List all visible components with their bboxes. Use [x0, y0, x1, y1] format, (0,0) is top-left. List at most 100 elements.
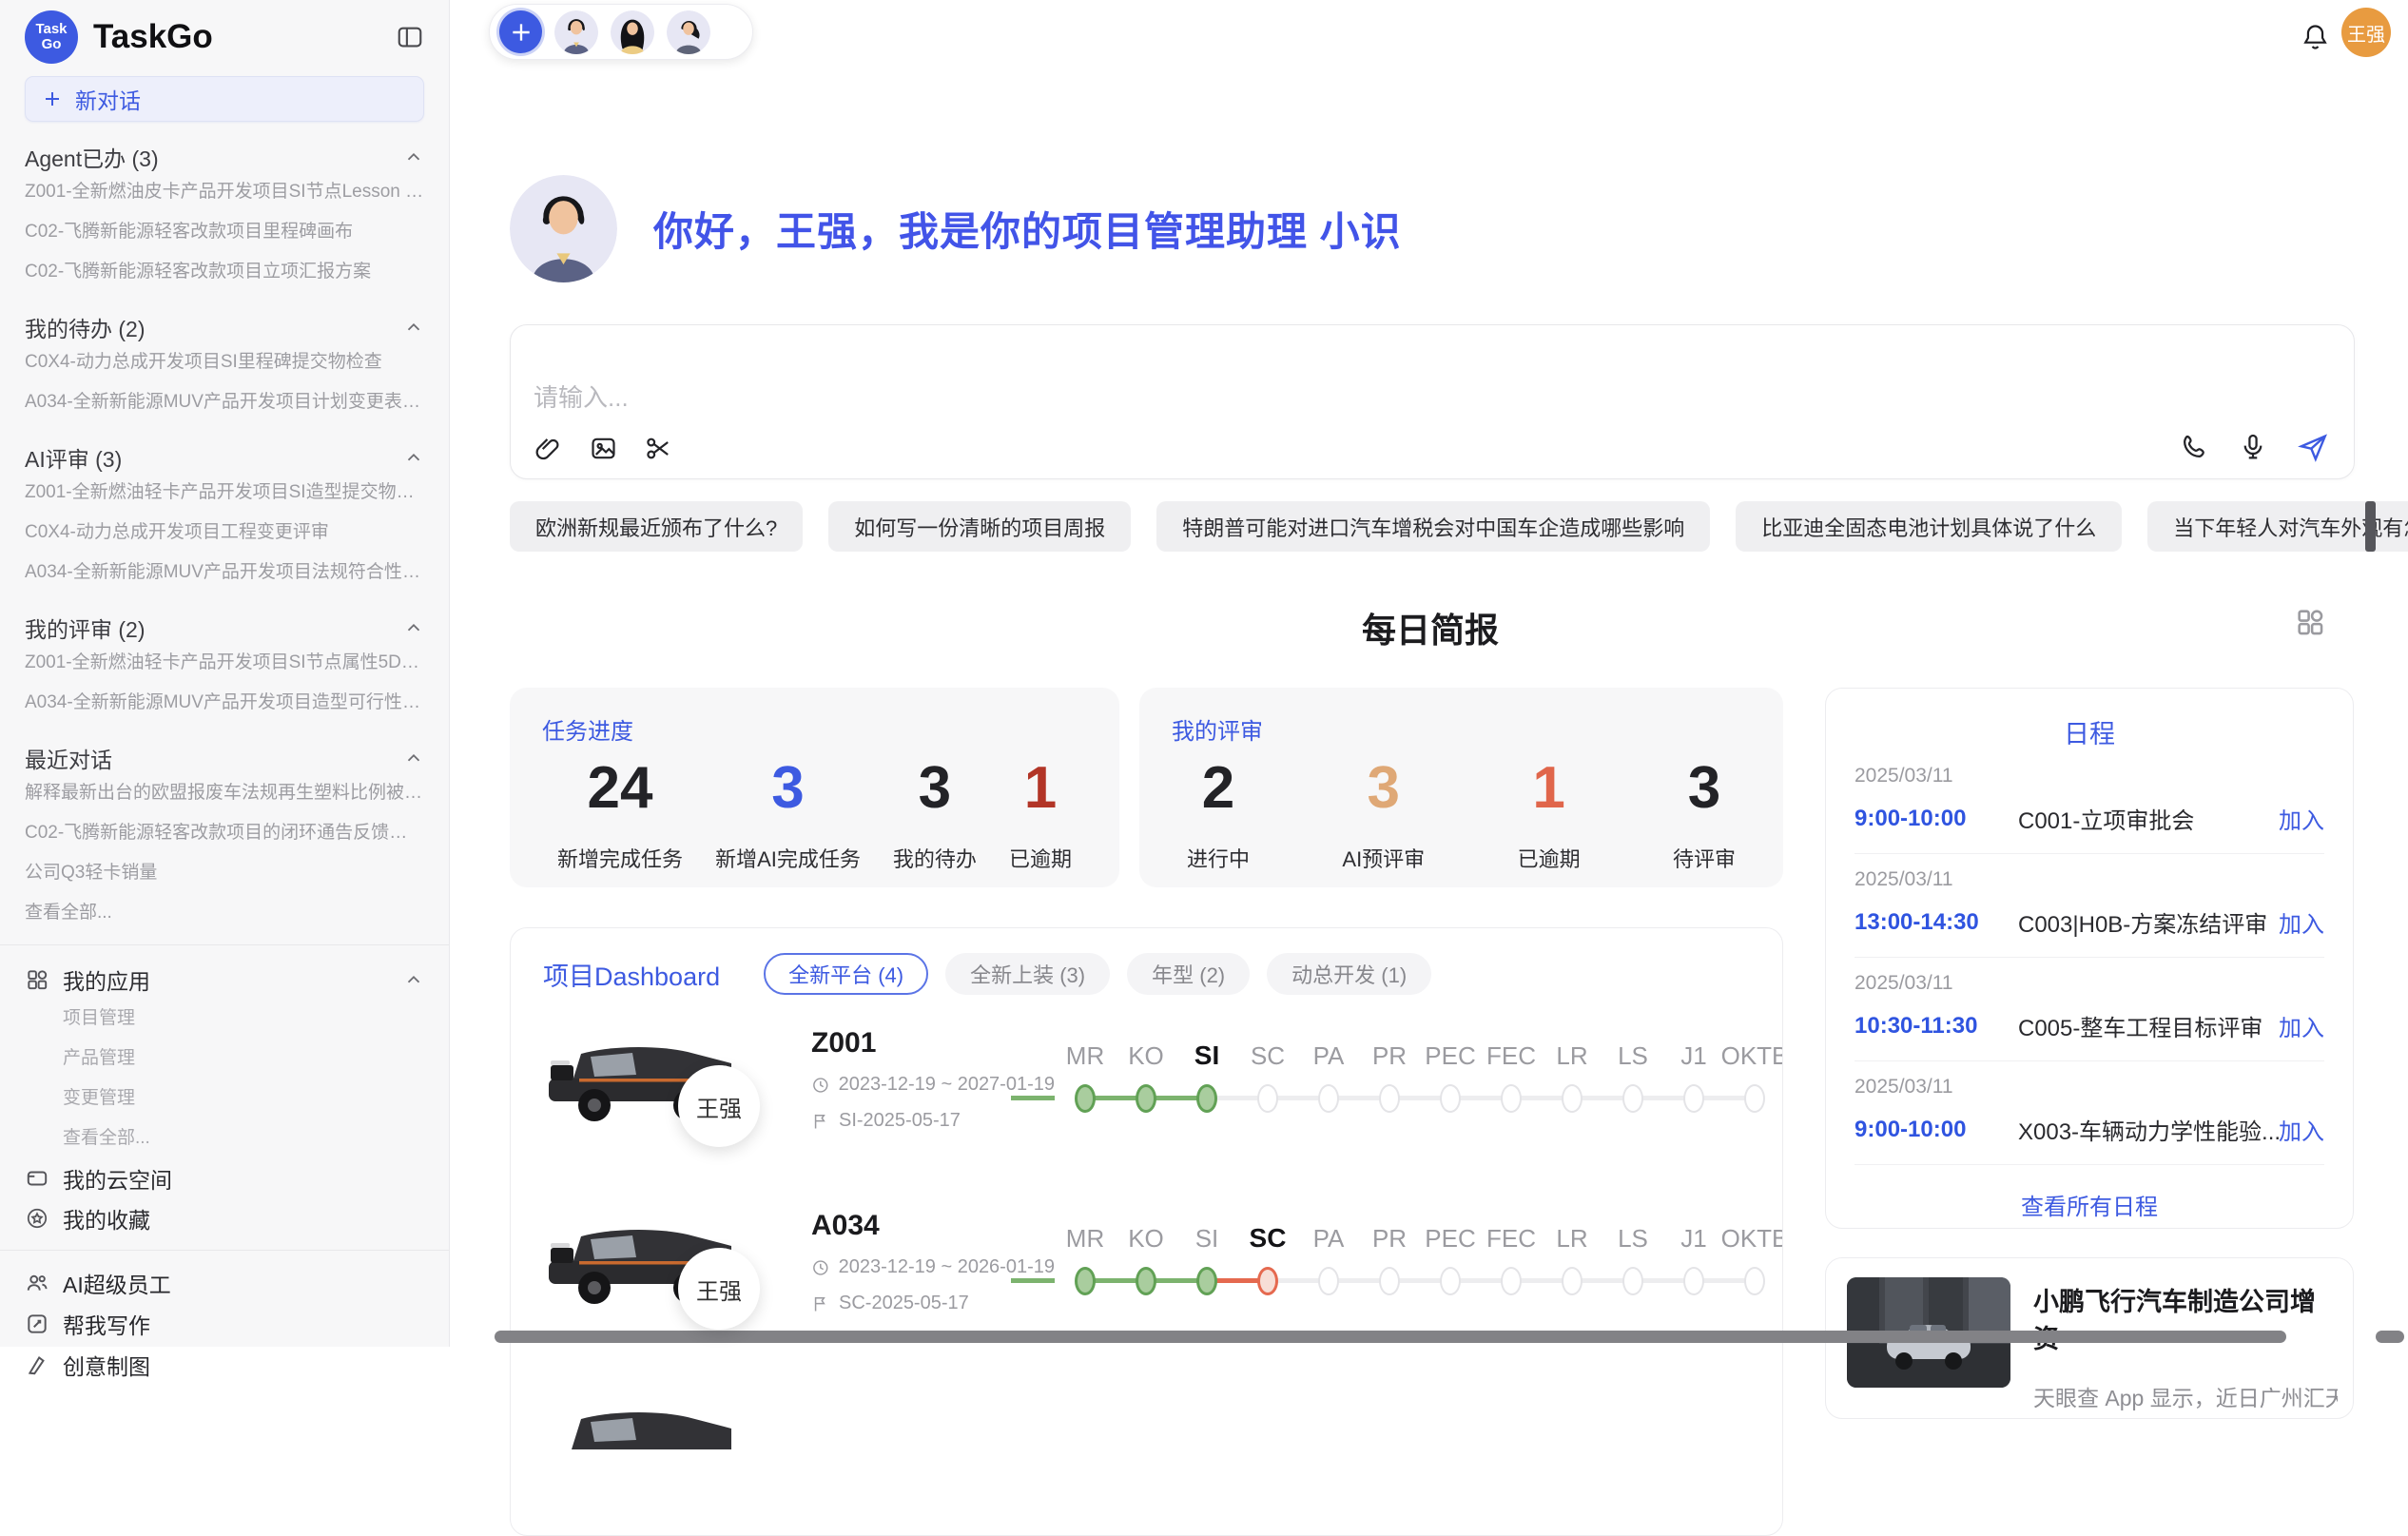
phone-call-icon[interactable] [2179, 432, 2209, 462]
join-link[interactable]: 加入 [2279, 905, 2324, 939]
project-node: SC-2025-05-17 [839, 1293, 969, 1314]
sidebar-collapse-icon[interactable] [396, 23, 424, 51]
project-row-partial[interactable] [543, 1390, 1750, 1536]
flag-icon [811, 1112, 830, 1131]
milestone-step: OKTB [1724, 1212, 1783, 1295]
assistant-avatar [510, 175, 617, 282]
sidebar-item[interactable]: A034-全新新能源MUV产品开发项目法规符合性评审 [25, 553, 424, 593]
sidebar-item-favorites[interactable]: 我的收藏 [25, 1198, 424, 1238]
user-avatar[interactable]: 王强 [2341, 8, 2391, 57]
tab-new-platform[interactable]: 全新平台 (4) [764, 953, 928, 995]
stat-in-progress: 2 进行中 [1187, 759, 1250, 873]
milestone-dot [1683, 1267, 1704, 1295]
chevron-up-icon [403, 748, 424, 768]
sidebar-item[interactable]: A034-全新新能源MUV产品开发项目造型可行性评审 [25, 683, 424, 723]
chevron-up-icon [403, 969, 424, 990]
sidebar-item-product-mgmt[interactable]: 产品管理 [25, 1039, 424, 1079]
attachment-icon[interactable] [534, 434, 563, 463]
dashboard-title: 项目Dashboard [543, 956, 720, 993]
layout-grid-icon[interactable] [2294, 606, 2326, 638]
agent-avatar-3[interactable] [667, 10, 710, 54]
project-dashboard-card: 项目Dashboard 全新平台 (4) 全新上装 (3) 年型 (2) 动总开… [510, 927, 1783, 1536]
sidebar-item[interactable]: C0X4-动力总成开发项目工程变更评审 [25, 513, 424, 553]
sidebar-view-all-apps[interactable]: 查看全部... [25, 1118, 424, 1158]
sidebar-item-help-me-write[interactable]: 帮我写作 [25, 1303, 424, 1344]
stat-value: 3 [1688, 759, 1720, 818]
schedule-event: 2025/03/11 9:00-10:00 X003-车辆动力学性能验... 加… [1855, 1061, 2324, 1165]
event-time: 9:00-10:00 [1855, 1117, 2018, 1143]
send-icon[interactable] [2297, 431, 2329, 463]
suggestion-chip[interactable]: 比亚迪全固态电池计划具体说了什么 [1736, 501, 2122, 552]
sidebar-item[interactable]: C0X4-动力总成开发项目SI里程碑提交物检查 [25, 342, 424, 382]
sidebar-item[interactable]: 公司Q3轻卡销量 [25, 853, 424, 893]
group-header-recent-chats[interactable]: 最近对话 [25, 743, 424, 773]
project-row-z001[interactable]: 王强 Z001 2023-12-19 ~ 2027-01-19 SI-2025-… [543, 1025, 1750, 1177]
new-chat-button[interactable]: 新对话 [25, 76, 424, 122]
join-link[interactable]: 加入 [2279, 1009, 2324, 1042]
horizontal-scrollbar-end[interactable] [2376, 1331, 2404, 1343]
stat-value: 24 [588, 759, 653, 818]
horizontal-scrollbar-thumb[interactable] [495, 1331, 2286, 1343]
suggestion-chip[interactable]: 特朗普可能对进口汽车增税会对中国车企造成哪些影响 [1156, 501, 1710, 552]
project-owner-badge: 王强 [678, 1248, 760, 1330]
sidebar-item[interactable]: Z001-全新燃油轻卡产品开发项目SI节点属性5D文件评审 [25, 643, 424, 683]
microphone-icon[interactable] [2238, 432, 2268, 462]
milestone-dot [1136, 1084, 1156, 1113]
milestone-dot [1683, 1084, 1704, 1113]
view-all-schedule-link[interactable]: 查看所有日程 [1855, 1188, 2324, 1221]
sidebar-item-cloud-space[interactable]: 我的云空间 [25, 1158, 424, 1198]
agent-avatar-1[interactable] [554, 10, 598, 54]
sidebar-item[interactable]: C02-飞腾新能源轻客改款项目立项汇报方案 [25, 252, 424, 292]
chip-overflow-fragment [2365, 501, 2376, 552]
stat-my-todo: 3 我的待办 [893, 759, 977, 873]
group-title: AI评审 (3) [25, 441, 122, 474]
schedule-event: 2025/03/11 10:30-11:30 C005-整车工程目标评审 加入 [1855, 958, 2324, 1061]
chat-input[interactable] [532, 377, 1867, 424]
sidebar-item[interactable]: Z001-全新燃油皮卡产品开发项目SI节点Lesson Learn报告 [25, 172, 424, 212]
stat-ai-prereview: 3 AI预评审 [1342, 759, 1425, 873]
sidebar-item-ai-super-staff[interactable]: AI超级员工 [25, 1262, 424, 1303]
event-time: 13:00-14:30 [1855, 909, 2018, 936]
logo-row: Task Go TaskGo [25, 8, 424, 67]
tab-powertrain[interactable]: 动总开发 (1) [1267, 953, 1431, 995]
join-link[interactable]: 加入 [2279, 1113, 2324, 1146]
group-title: 我的待办 (2) [25, 311, 146, 343]
image-icon[interactable] [589, 434, 618, 463]
group-header-ai-review[interactable]: AI评审 (3) [25, 442, 424, 473]
milestone-dot [1075, 1084, 1096, 1113]
ai-super-staff-label: AI超级员工 [63, 1267, 171, 1299]
group-header-my-review[interactable]: 我的评审 (2) [25, 612, 424, 643]
scissors-icon[interactable] [644, 434, 673, 463]
sidebar-item-change-mgmt[interactable]: 变更管理 [25, 1079, 424, 1118]
sidebar-item[interactable]: C02-飞腾新能源轻客改款项目里程碑画布 [25, 212, 424, 252]
notification-bell-icon[interactable] [2300, 21, 2331, 52]
milestone-dot [1257, 1084, 1278, 1113]
sidebar-item-my-apps[interactable]: 我的应用 [25, 961, 424, 999]
daily-briefing-title: 每日简报 [491, 603, 2370, 652]
sidebar-item[interactable]: 解释最新出台的欧盟报废车法规再生塑料比例被调至15%... [25, 773, 424, 813]
cloud-space-icon [25, 1166, 49, 1191]
suggestion-chip[interactable]: 欧洲新规最近颁布了什么? [510, 501, 803, 552]
add-agent-button[interactable] [499, 10, 542, 53]
tab-new-body[interactable]: 全新上装 (3) [945, 953, 1110, 995]
join-link[interactable]: 加入 [2279, 802, 2324, 835]
chat-input-box[interactable] [510, 324, 2355, 479]
stat-value: 3 [771, 759, 804, 818]
milestone-dot [1379, 1267, 1400, 1295]
suggestion-chip[interactable]: 如何写一份清晰的项目周报 [828, 501, 1131, 552]
group-header-my-todo[interactable]: 我的待办 (2) [25, 312, 424, 342]
event-date: 2025/03/11 [1855, 765, 2324, 787]
group-header-agent-done[interactable]: Agent已办 (3) [25, 142, 424, 172]
sidebar: Task Go TaskGo 新对话 Agent已办 (3) Z001-全新燃油… [0, 0, 450, 1347]
sidebar-item-project-mgmt[interactable]: 项目管理 [25, 999, 424, 1039]
sidebar-item[interactable]: C02-飞腾新能源轻客改款项目的闭环通告反馈情况 [25, 813, 424, 853]
sidebar-item-creative-drawing[interactable]: 创意制图 [25, 1344, 424, 1385]
greeting-text: 你好，王强，我是你的项目管理助理 小识 [653, 200, 1402, 258]
agent-avatar-2[interactable] [611, 10, 654, 54]
tab-model-year[interactable]: 年型 (2) [1127, 953, 1250, 995]
cloud-space-label: 我的云空间 [63, 1162, 172, 1195]
sidebar-view-all-chats[interactable]: 查看全部... [25, 893, 424, 933]
sidebar-item[interactable]: A034-全新新能源MUV产品开发项目计划变更表编写 [25, 382, 424, 422]
sidebar-item[interactable]: Z001-全新燃油轻卡产品开发项目SI造型提交物评审 [25, 473, 424, 513]
project-code: A034 [811, 1210, 1055, 1242]
